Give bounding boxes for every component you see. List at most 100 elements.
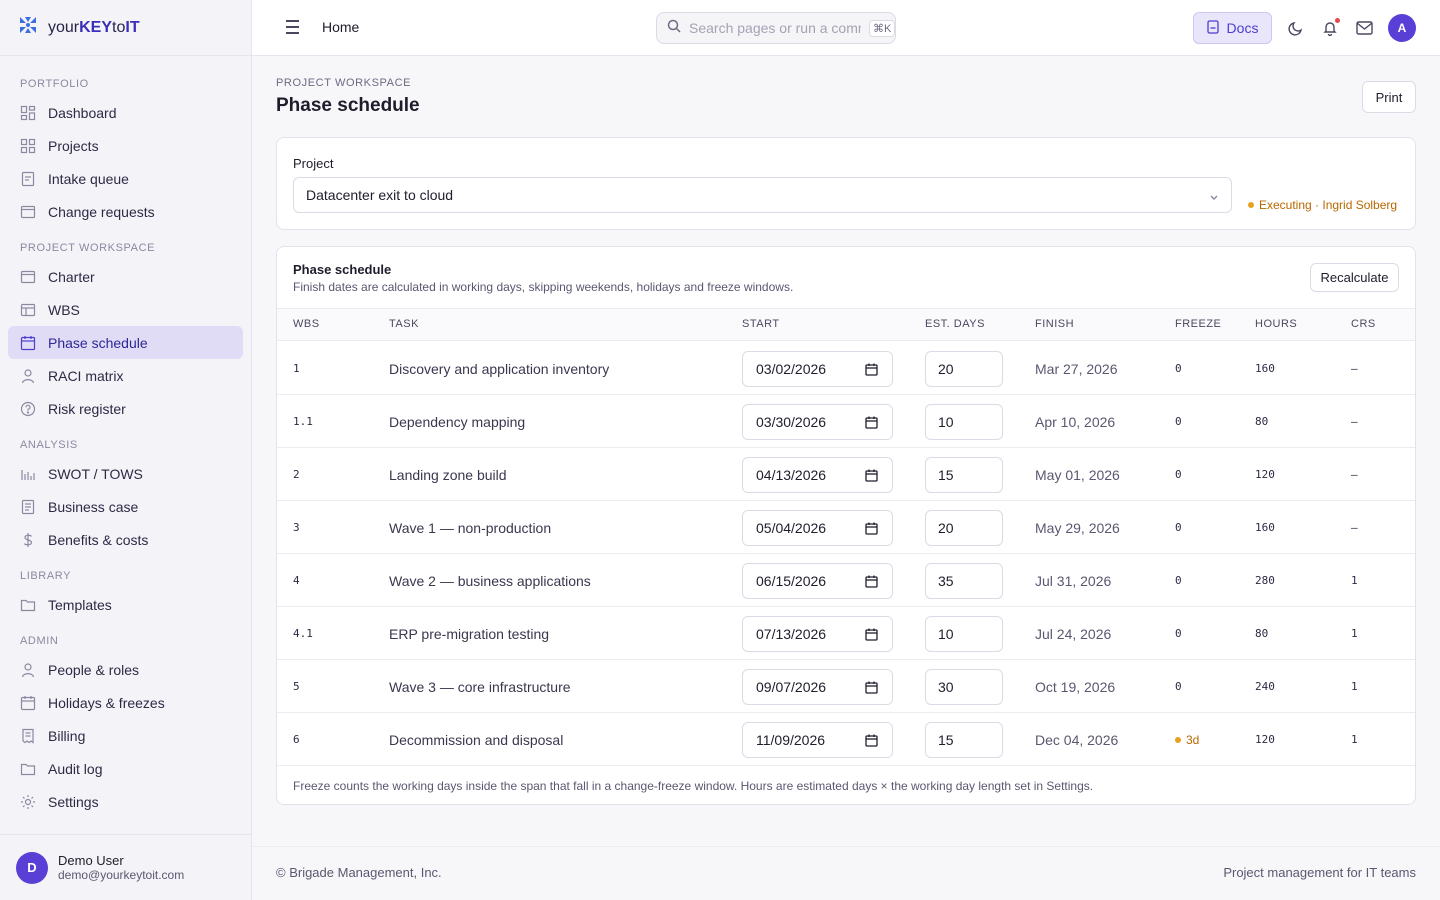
est-days-input[interactable]: 15 (925, 456, 1003, 493)
nav-group-label: PORTFOLIO (20, 78, 89, 90)
sidebar-item-label: Benefits & costs (48, 531, 149, 548)
table-row: 3 Wave 1 — non-production 05/04/2026 20 May … (277, 501, 1415, 554)
sidebar-item-projects[interactable]: Projects (8, 129, 243, 162)
calendar-icon[interactable] (865, 363, 878, 379)
task-cell: Dependency mapping (389, 413, 526, 430)
sidebar-item-business-case[interactable]: Business case (8, 490, 243, 523)
calendar-icon (20, 695, 36, 711)
days-cell: 20 (925, 501, 1003, 554)
sidebar-item-risk-register[interactable]: Risk register (8, 392, 243, 425)
document-icon (20, 499, 36, 515)
column-header-days[interactable]: EST. DAYS (925, 318, 985, 330)
finish-cell: Apr 10, 2026 (1035, 413, 1116, 430)
sidebar-item-phase-schedule[interactable]: Phase schedule (8, 326, 243, 359)
start-date-value: 05/04/2026 (756, 519, 827, 536)
sidebar-item-label: People & roles (48, 661, 140, 678)
calendar-icon[interactable] (865, 681, 878, 697)
sidebar-item-intake-queue[interactable]: Intake queue (8, 162, 243, 195)
table-header: WBS TASK START EST. DAYS FINISH FREEZE HOURS CR… (277, 308, 1415, 341)
sidebar-item-wbs[interactable]: WBS (8, 293, 243, 326)
project-select[interactable]: Datacenter exit to cloud (293, 177, 1232, 213)
crs-cell: 1 (1351, 627, 1358, 640)
start-date-input[interactable]: 04/13/2026 (742, 456, 893, 493)
sidebar-item-label: WBS (48, 301, 80, 318)
calendar-icon[interactable] (865, 575, 878, 591)
sidebar-item-dashboard[interactable]: Dashboard (8, 96, 243, 129)
gear-icon (20, 794, 36, 810)
folder-icon (20, 761, 36, 777)
est-days-input[interactable]: 10 (925, 615, 1003, 652)
start-cell: 04/13/2026 (742, 448, 893, 501)
sidebar-item-audit-log[interactable]: Audit log (8, 752, 243, 785)
moon-icon[interactable] (1286, 18, 1306, 38)
start-date-input[interactable]: 03/30/2026 (742, 403, 893, 440)
column-header-freeze[interactable]: FREEZE (1175, 318, 1221, 330)
help-circle-icon (20, 401, 36, 417)
crs-cell: – (1351, 468, 1358, 481)
sidebar-item-swot-tows[interactable]: SWOT / TOWS (8, 457, 243, 490)
sidebar-item-holidays-freezes[interactable]: Holidays & freezes (8, 686, 243, 719)
days-cell: 10 (925, 607, 1003, 660)
docs-button[interactable]: Docs (1193, 12, 1272, 44)
column-header-start[interactable]: START (742, 318, 780, 330)
calendar-icon[interactable] (865, 522, 878, 538)
column-header-hours[interactable]: HOURS (1255, 318, 1297, 330)
nav-group-label: ANALYSIS (20, 439, 78, 451)
column-header-task[interactable]: TASK (389, 318, 419, 330)
table-row: 4 Wave 2 — business applications 06/15/202… (277, 554, 1415, 607)
column-header-finish[interactable]: FINISH (1035, 318, 1074, 330)
days-cell: 20 (925, 342, 1003, 395)
person-icon (20, 662, 36, 678)
recalculate-button[interactable]: Recalculate (1310, 263, 1399, 292)
est-days-input[interactable]: 35 (925, 562, 1003, 599)
footer-tagline: Project management for IT teams (1223, 865, 1416, 880)
est-days-input[interactable]: 10 (925, 403, 1003, 440)
sidebar-item-change-requests[interactable]: Change requests (8, 195, 243, 228)
user-profile[interactable]: D Demo User demo@yourkeytoit.com (0, 834, 251, 900)
start-date-input[interactable]: 05/04/2026 (742, 509, 893, 546)
sidebar-item-settings[interactable]: Settings (8, 785, 243, 818)
column-header-wbs[interactable]: WBS (293, 318, 320, 330)
start-date-input[interactable]: 09/07/2026 (742, 668, 893, 705)
calendar-icon[interactable] (865, 416, 878, 432)
menu-icon[interactable] (284, 18, 302, 36)
start-date-input[interactable]: 07/13/2026 (742, 615, 893, 652)
start-cell: 05/04/2026 (742, 501, 893, 554)
account-avatar[interactable]: A (1388, 14, 1416, 42)
finish-cell: May 29, 2026 (1035, 519, 1120, 536)
est-days-input[interactable]: 15 (925, 721, 1003, 758)
start-date-input[interactable]: 06/15/2026 (742, 562, 893, 599)
calendar-icon[interactable] (865, 628, 878, 644)
est-days-input[interactable]: 20 (925, 509, 1003, 546)
finish-cell: Jul 24, 2026 (1035, 625, 1112, 642)
calendar-icon[interactable] (865, 734, 878, 750)
table-row: 2 Landing zone build 04/13/2026 15 May 01, 2… (277, 448, 1415, 501)
project-selected-value: Datacenter exit to cloud (306, 187, 454, 203)
brand[interactable]: yourKEYtoIT (0, 0, 251, 56)
avatar: D (16, 851, 48, 884)
start-date-input[interactable]: 11/09/2026 (742, 721, 893, 758)
calendar-icon[interactable] (865, 469, 878, 485)
start-cell: 09/07/2026 (742, 660, 893, 713)
search-box[interactable]: ⌘K (656, 12, 896, 44)
crs-cell: 1 (1351, 680, 1358, 693)
status-badge: Executing · Ingrid Solberg (1248, 198, 1397, 212)
bell-icon[interactable] (1320, 18, 1340, 38)
sidebar-item-charter[interactable]: Charter (8, 260, 243, 293)
print-button[interactable]: Print (1362, 81, 1416, 113)
project-card: Project Datacenter exit to cloud Executi… (276, 137, 1416, 230)
sidebar-item-templates[interactable]: Templates (8, 588, 243, 621)
mail-icon[interactable] (1354, 18, 1374, 38)
start-date-input[interactable]: 03/02/2026 (742, 350, 893, 387)
start-date-value: 07/13/2026 (756, 625, 827, 642)
search-input[interactable] (689, 20, 861, 36)
est-days-input[interactable]: 30 (925, 668, 1003, 705)
sidebar-item-people-roles[interactable]: People & roles (8, 653, 243, 686)
sidebar-item-billing[interactable]: Billing (8, 719, 243, 752)
search-icon (667, 19, 681, 38)
sidebar-item-benefits-costs[interactable]: Benefits & costs (8, 523, 243, 556)
hours-cell: 120 (1255, 468, 1275, 481)
sidebar-item-raci-matrix[interactable]: RACI matrix (8, 359, 243, 392)
column-header-crs[interactable]: CRS (1351, 318, 1376, 330)
est-days-input[interactable]: 20 (925, 350, 1003, 387)
